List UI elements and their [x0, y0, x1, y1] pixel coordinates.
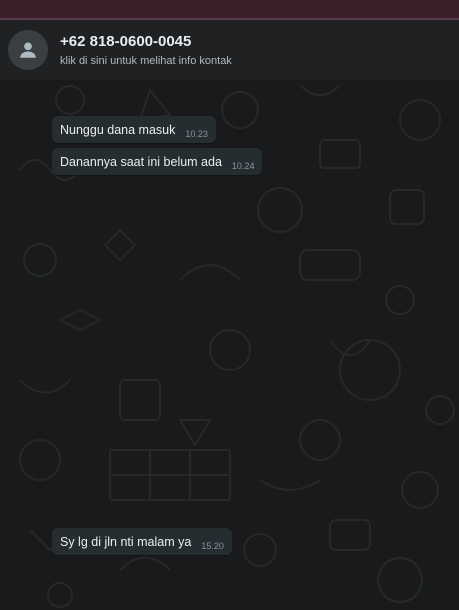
message-text: Nunggu dana masuk [60, 123, 176, 137]
contact-info[interactable]: +62 818-0600-0045 klik di sini untuk mel… [60, 32, 232, 69]
person-icon [20, 42, 36, 58]
contact-name: +62 818-0600-0045 [60, 32, 192, 50]
message-bubble[interactable]: Danannya saat ini belum ada 10.24 [52, 148, 263, 175]
message-bubble[interactable]: Sy lg di jln nti malam ya 15.20 [52, 528, 232, 555]
contact-avatar[interactable] [8, 30, 48, 70]
message-time: 10.24 [231, 161, 255, 171]
window-top-strip [0, 0, 459, 20]
message-bubble[interactable]: Nunggu dana masuk 10.23 [52, 116, 216, 143]
chat-area[interactable]: Nunggu dana masuk 10.23 Danannya saat ini… [0, 80, 459, 610]
message-time: 10.23 [185, 129, 208, 139]
message-time: 15.20 [201, 541, 224, 551]
message-text: Danannya saat ini belum ada [60, 155, 222, 169]
chat-header[interactable]: +62 818-0600-0045 klik di sini untuk mel… [0, 20, 459, 80]
contact-info-hint: klik di sini untuk melihat info kontak [60, 54, 232, 67]
message-text: Sy lg di jln nti malam ya [60, 535, 192, 549]
